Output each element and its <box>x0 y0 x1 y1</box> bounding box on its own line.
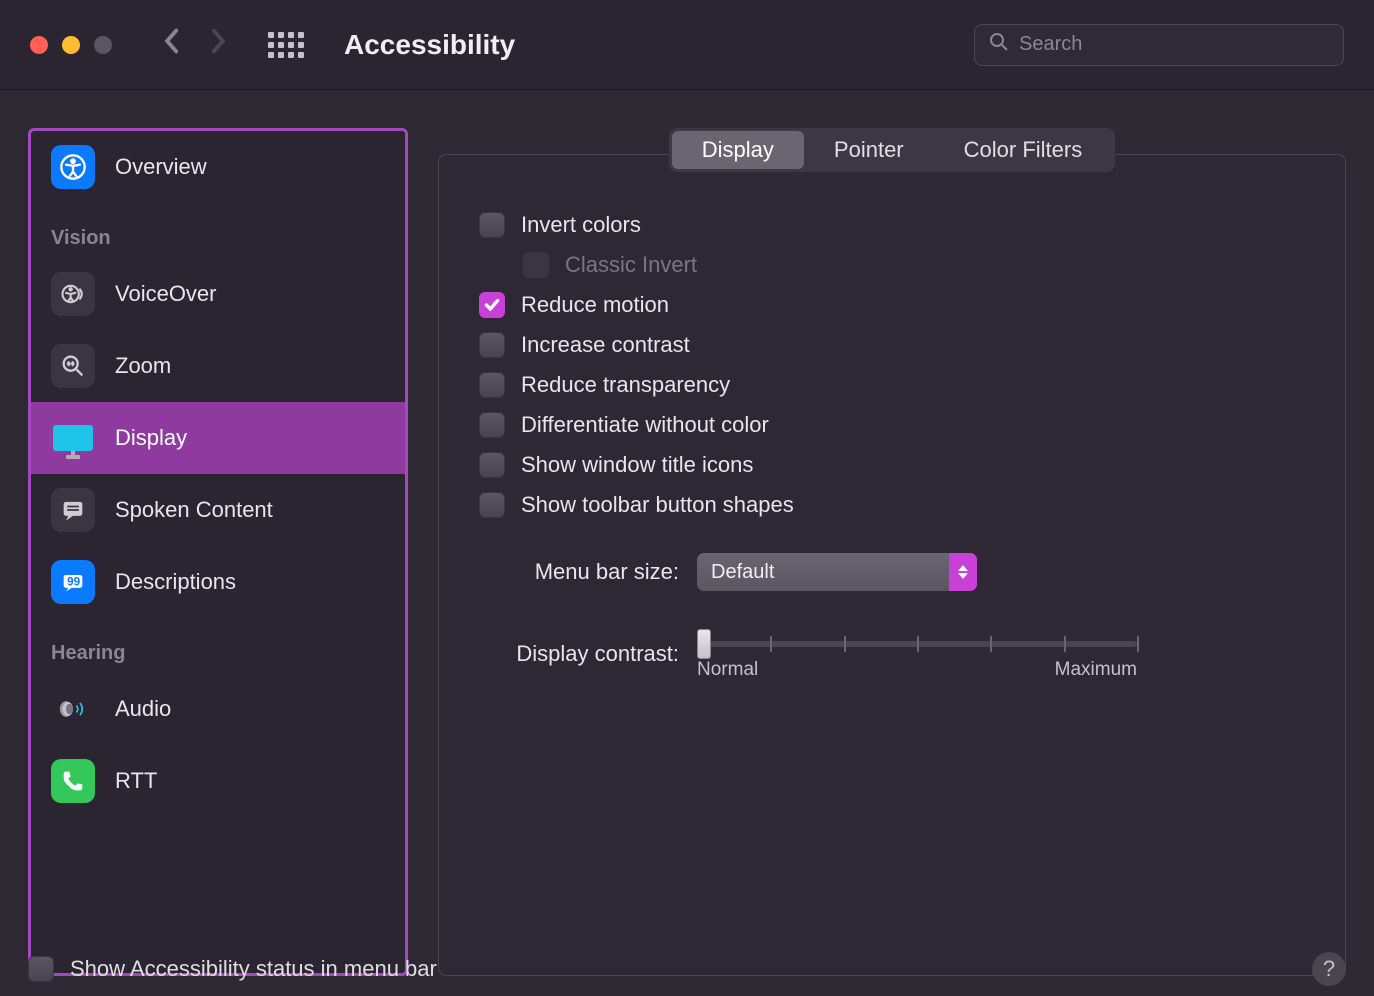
svg-text:99: 99 <box>67 576 80 589</box>
reduce-motion-row: Reduce motion <box>479 285 1305 325</box>
sidebar-item-voiceover[interactable]: VoiceOver <box>31 258 405 330</box>
forward-button[interactable] <box>210 28 228 62</box>
minimize-window-button[interactable] <box>62 36 80 54</box>
tab-bar: Display Pointer Color Filters <box>669 128 1115 172</box>
invert-colors-row: Invert colors <box>479 205 1305 245</box>
zoom-icon <box>51 344 95 388</box>
show-toolbar-button-shapes-checkbox[interactable] <box>479 492 505 518</box>
back-button[interactable] <box>162 28 180 62</box>
titlebar: Accessibility <box>0 0 1374 90</box>
menu-bar-size-row: Menu bar size: Default <box>479 553 1305 591</box>
tab-pointer[interactable]: Pointer <box>804 131 934 169</box>
select-arrows-icon <box>949 553 977 591</box>
show-all-icon[interactable] <box>268 32 304 58</box>
show-window-title-icons-label: Show window title icons <box>521 452 753 478</box>
invert-colors-label: Invert colors <box>521 212 641 238</box>
close-window-button[interactable] <box>30 36 48 54</box>
tab-display[interactable]: Display <box>672 131 804 169</box>
nav-arrows <box>162 28 228 62</box>
search-input[interactable] <box>1019 33 1329 56</box>
classic-invert-label: Classic Invert <box>565 252 697 278</box>
display-contrast-label: Display contrast: <box>479 641 679 667</box>
sidebar-item-display[interactable]: Display <box>31 402 405 474</box>
sidebar-section-hearing: Hearing <box>31 618 405 673</box>
increase-contrast-label: Increase contrast <box>521 332 690 358</box>
show-accessibility-status-label: Show Accessibility status in menu bar <box>70 956 437 982</box>
content-area: Overview Vision VoiceOver Zoom Displa <box>0 90 1374 996</box>
reduce-motion-label: Reduce motion <box>521 292 669 318</box>
reduce-motion-checkbox[interactable] <box>479 292 505 318</box>
display-contrast-slider-container: Normal Maximum <box>697 627 1137 681</box>
display-settings-group: Invert colors Classic Invert Reduce moti… <box>438 154 1346 976</box>
sidebar-item-descriptions[interactable]: 99 Descriptions <box>31 546 405 618</box>
classic-invert-row: Classic Invert <box>523 245 1305 285</box>
increase-contrast-checkbox[interactable] <box>479 332 505 358</box>
reduce-transparency-checkbox[interactable] <box>479 372 505 398</box>
audio-icon <box>51 687 95 731</box>
accessibility-prefs-window: Accessibility Overview Vision <box>0 0 1374 996</box>
sidebar-item-spoken-content[interactable]: Spoken Content <box>31 474 405 546</box>
accessibility-icon <box>51 145 95 189</box>
differentiate-without-color-label: Differentiate without color <box>521 412 769 438</box>
show-window-title-icons-checkbox[interactable] <box>479 452 505 478</box>
sidebar-item-label: Audio <box>115 696 171 722</box>
spoken-content-icon <box>51 488 95 532</box>
main-panel: Display Pointer Color Filters Invert col… <box>438 128 1346 976</box>
zoom-window-button[interactable] <box>94 36 112 54</box>
tab-color-filters[interactable]: Color Filters <box>934 131 1113 169</box>
menu-bar-size-select[interactable]: Default <box>697 553 977 591</box>
search-field[interactable] <box>974 24 1344 66</box>
sidebar-item-audio[interactable]: Audio <box>31 673 405 745</box>
classic-invert-checkbox <box>523 252 549 278</box>
show-accessibility-status-checkbox[interactable] <box>28 956 54 982</box>
menu-bar-size-value: Default <box>711 561 774 584</box>
invert-colors-checkbox[interactable] <box>479 212 505 238</box>
sidebar-item-overview[interactable]: Overview <box>31 131 405 203</box>
show-toolbar-button-shapes-label: Show toolbar button shapes <box>521 492 794 518</box>
sidebar-item-label: VoiceOver <box>115 281 217 307</box>
display-contrast-row: Display contrast: <box>479 627 1305 681</box>
sidebar-item-rtt[interactable]: RTT <box>31 745 405 817</box>
reduce-transparency-label: Reduce transparency <box>521 372 730 398</box>
sidebar-item-label: Display <box>115 425 187 451</box>
sidebar-item-zoom[interactable]: Zoom <box>31 330 405 402</box>
footer-row: Show Accessibility status in menu bar ? <box>28 952 1346 986</box>
slider-thumb[interactable] <box>697 629 711 659</box>
sidebar-section-vision: Vision <box>31 203 405 258</box>
increase-contrast-row: Increase contrast <box>479 325 1305 365</box>
sidebar-item-label: Descriptions <box>115 569 236 595</box>
sidebar-item-label: RTT <box>115 768 157 794</box>
differentiate-without-color-checkbox[interactable] <box>479 412 505 438</box>
display-contrast-slider[interactable] <box>697 641 1137 647</box>
slider-max-label: Maximum <box>1055 659 1137 681</box>
sidebar-item-label: Overview <box>115 154 207 180</box>
rtt-icon <box>51 759 95 803</box>
slider-min-label: Normal <box>697 659 758 681</box>
show-window-title-icons-row: Show window title icons <box>479 445 1305 485</box>
search-icon <box>989 32 1009 57</box>
voiceover-icon <box>51 272 95 316</box>
sidebar-item-label: Spoken Content <box>115 497 273 523</box>
sidebar-item-label: Zoom <box>115 353 171 379</box>
window-title: Accessibility <box>344 29 515 61</box>
sidebar: Overview Vision VoiceOver Zoom Displa <box>28 128 408 976</box>
help-button[interactable]: ? <box>1312 952 1346 986</box>
menu-bar-size-label: Menu bar size: <box>479 559 679 585</box>
slider-labels: Normal Maximum <box>697 659 1137 681</box>
show-toolbar-button-shapes-row: Show toolbar button shapes <box>479 485 1305 525</box>
display-icon <box>51 416 95 460</box>
traffic-lights <box>30 36 112 54</box>
differentiate-without-color-row: Differentiate without color <box>479 405 1305 445</box>
reduce-transparency-row: Reduce transparency <box>479 365 1305 405</box>
descriptions-icon: 99 <box>51 560 95 604</box>
